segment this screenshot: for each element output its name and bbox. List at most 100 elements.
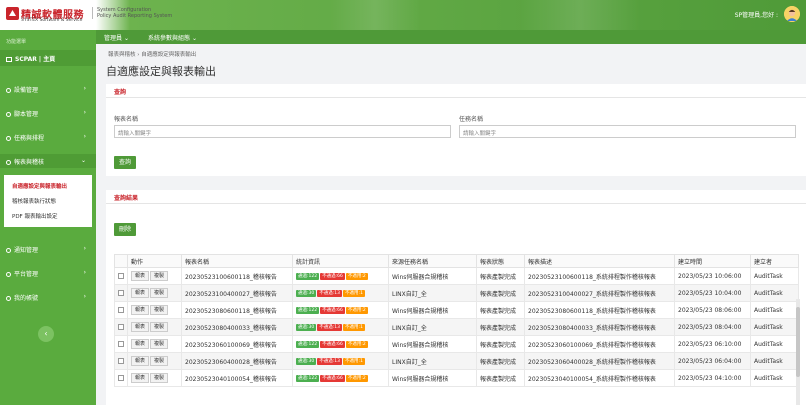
sidebar-item-account[interactable]: 我的帳號 › — [0, 290, 96, 304]
circle-icon — [6, 295, 11, 301]
pass-badge: 通過:30 — [296, 324, 317, 331]
row-checkbox[interactable] — [118, 375, 124, 381]
chevron-right-icon: › — [83, 245, 86, 252]
task-name-input[interactable]: 請輸入關鍵字 — [459, 125, 796, 138]
submenu-item-pdf-settings[interactable]: PDF 報表輸出設定 — [12, 212, 57, 220]
description-cell: 20230523060400028_系統排程製作稽核報表 — [524, 352, 675, 370]
fail-label: 不通過 — [319, 325, 333, 330]
user-avatar-icon[interactable] — [784, 6, 800, 22]
row-checkbox[interactable] — [118, 307, 124, 313]
column-header-select — [114, 254, 128, 268]
pass-count: 30 — [308, 325, 315, 330]
query-panel-title: 查詢 — [106, 84, 806, 98]
source-task-cell: LINX自訂_全 — [388, 318, 477, 336]
fail-count: 66 — [337, 376, 343, 381]
row-select-cell — [114, 369, 128, 387]
sidebar-item-notifications[interactable]: 通知管理 › — [0, 242, 96, 256]
copy-button[interactable]: 複製 — [150, 373, 169, 383]
creator-cell: AuditTask — [750, 369, 799, 387]
column-header[interactable]: 來源任務名稱 — [388, 254, 477, 268]
copy-button[interactable]: 複製 — [150, 356, 169, 366]
report-name-cell[interactable]: 20230523100600118_稽核報告 — [181, 267, 293, 285]
report-name-cell[interactable]: 20230523060400028_稽核報告 — [181, 352, 293, 370]
sidebar-item-label: 任務與排程 — [14, 135, 45, 142]
creator-cell: AuditTask — [750, 352, 799, 370]
na-count: 2 — [362, 308, 366, 313]
copy-button[interactable]: 複製 — [150, 322, 169, 332]
copy-button[interactable]: 複製 — [150, 271, 169, 281]
column-header[interactable]: 建立時間 — [674, 254, 751, 268]
column-header[interactable]: 報表狀態 — [476, 254, 525, 268]
delete-button[interactable]: 刪除 — [114, 223, 136, 236]
source-task-cell: Wins伺服器合規稽核 — [388, 369, 477, 387]
fail-count: 66 — [337, 308, 343, 313]
row-checkbox[interactable] — [118, 341, 124, 347]
view-report-button[interactable]: 報表 — [131, 356, 150, 366]
source-task-cell: LINX自訂_全 — [388, 352, 477, 370]
results-scrollbar[interactable] — [796, 299, 800, 405]
row-select-cell — [114, 335, 128, 353]
sidebar-item-platform[interactable]: 平台管理 › — [0, 266, 96, 280]
view-report-button[interactable]: 報表 — [131, 322, 150, 332]
report-name-input[interactable]: 請輸入關鍵字 — [114, 125, 451, 138]
pass-label: 通過 — [298, 325, 307, 330]
row-select-cell — [114, 301, 128, 319]
row-checkbox[interactable] — [118, 273, 124, 279]
na-badge: 不適用:1 — [343, 324, 365, 331]
menu-item-admin[interactable]: 管理員 ⌄ — [104, 33, 129, 42]
status-cell: 報表產製完成 — [476, 284, 525, 302]
pass-count: 122 — [308, 274, 318, 279]
view-report-button[interactable]: 報表 — [131, 339, 150, 349]
sidebar-item-label: 腳本管理 — [14, 111, 39, 118]
company-logo[interactable]: 精誠軟體服務 SYSTEX Software & Service — [6, 5, 96, 25]
pass-count: 30 — [308, 291, 315, 296]
user-greeting[interactable]: SP管理員,您好 : — [735, 10, 778, 19]
report-name-cell[interactable]: 20230523080400033_稽核報告 — [181, 318, 293, 336]
report-name-cell[interactable]: 20230523060100069_稽核報告 — [181, 335, 293, 353]
scrollbar-thumb[interactable] — [796, 307, 800, 377]
sidebar-item-label: 報表與稽核 — [14, 159, 45, 166]
copy-button[interactable]: 複製 — [150, 339, 169, 349]
pass-count: 122 — [308, 342, 318, 347]
copy-button[interactable]: 複製 — [150, 305, 169, 315]
column-header: 動作 — [127, 254, 182, 268]
column-header[interactable]: 建立者 — [750, 254, 799, 268]
report-name-cell[interactable]: 20230523100400027_稽核報告 — [181, 284, 293, 302]
view-report-button[interactable]: 報表 — [131, 288, 150, 298]
na-badge: 不適用:2 — [345, 341, 368, 348]
view-report-button[interactable]: 報表 — [131, 271, 150, 281]
chevron-down-icon: ⌄ — [80, 157, 86, 164]
view-report-button[interactable]: 報表 — [131, 305, 150, 315]
sidebar-collapse-button[interactable]: ‹ — [38, 326, 54, 342]
na-count: 1 — [360, 359, 363, 364]
column-header[interactable]: 報表名稱 — [181, 254, 293, 268]
submenu-item-adaptive-report[interactable]: 自適應設定與報表輸出 — [12, 182, 67, 190]
chevron-down-icon: ⌄ — [191, 35, 197, 42]
sidebar-item-label: 我的帳號 — [14, 295, 39, 302]
fail-badge: 不通過:66 — [320, 273, 345, 280]
submenu-item-report-status[interactable]: 稽核報表執行狀態 — [12, 197, 56, 205]
pass-count: 30 — [308, 359, 315, 364]
chevron-right-icon: › — [83, 133, 86, 140]
row-actions-cell: 報表 複製 — [127, 267, 182, 285]
menu-item-system-params[interactable]: 系統參數與組態 ⌄ — [148, 33, 197, 42]
view-report-button[interactable]: 報表 — [131, 373, 150, 383]
sidebar-home[interactable]: SCPAR | 主頁 — [0, 50, 96, 66]
table-row: 報表 複製 20230523100400027_稽核報告 通過:30 不通過:13 不適用… — [114, 284, 799, 302]
report-name-cell[interactable]: 20230523080600118_稽核報告 — [181, 301, 293, 319]
search-button[interactable]: 查詢 — [114, 156, 136, 169]
row-checkbox[interactable] — [118, 358, 124, 364]
creator-cell: AuditTask — [750, 267, 799, 285]
sidebar-item-devices[interactable]: 設備管理 › — [0, 82, 96, 96]
sidebar-item-reports[interactable]: 報表與稽核 ⌄ — [0, 154, 96, 168]
report-name-cell[interactable]: 20230523040100054_稽核報告 — [181, 369, 293, 387]
top-bar: 精誠軟體服務 SYSTEX Software & Service System … — [0, 0, 806, 30]
copy-button[interactable]: 複製 — [150, 288, 169, 298]
sidebar-item-scripts[interactable]: 腳本管理 › — [0, 106, 96, 120]
column-header[interactable]: 報表描述 — [524, 254, 675, 268]
circle-icon — [6, 271, 11, 277]
sidebar-item-tasks[interactable]: 任務與排程 › — [0, 130, 96, 144]
row-checkbox[interactable] — [118, 290, 124, 296]
row-checkbox[interactable] — [118, 324, 124, 330]
fail-label: 不通過 — [322, 308, 336, 313]
